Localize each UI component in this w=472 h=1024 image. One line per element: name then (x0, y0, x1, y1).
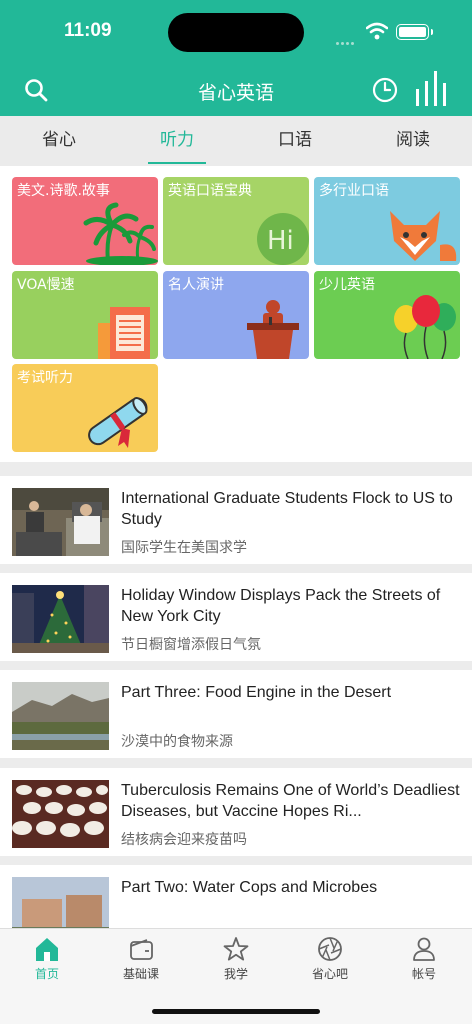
article-thumbnail (12, 682, 109, 750)
nav-home[interactable]: 首页 (7, 935, 87, 982)
nav-community[interactable]: 省心吧 (290, 935, 370, 982)
article-title: Holiday Window Displays Pack the Streets… (121, 587, 441, 625)
page-title: 省心英语 (197, 82, 274, 104)
article-subtitle: 国际学生在美国求学 (121, 540, 247, 556)
category-label: 名人演讲 (168, 277, 224, 293)
balloons-icon (394, 295, 456, 359)
tab-listening[interactable]: 听力 (118, 116, 236, 166)
category-label: 少儿英语 (319, 277, 375, 293)
category-label: 英语口语宝典 (168, 183, 252, 199)
battery-icon (396, 24, 433, 40)
nav-label: 省心吧 (311, 967, 348, 981)
status-time: 11:09 (64, 20, 112, 41)
home-icon (36, 938, 58, 961)
user-icon (413, 937, 435, 961)
article-thumbnail (12, 780, 109, 848)
speech-bubble-icon: Hi (257, 213, 309, 265)
list-item[interactable]: International Graduate Students Flock to… (0, 476, 472, 564)
nav-basic-course[interactable]: 基础课 (101, 935, 181, 982)
category-label: 美文.诗歌.故事 (17, 183, 110, 199)
nav-account[interactable]: 帐号 (384, 935, 464, 982)
fox-icon (390, 211, 457, 261)
article-subtitle: 结核病会迎来疫苗吗 (121, 832, 247, 848)
category-tile-industry[interactable]: 多行业口语 (314, 177, 460, 265)
category-tile-exam[interactable]: 考试听力 (12, 364, 158, 452)
nav-label: 帐号 (411, 967, 436, 981)
svg-text:Hi: Hi (267, 226, 294, 256)
article-subtitle: 沙漠中的食物来源 (121, 734, 233, 750)
history-icon[interactable] (372, 77, 398, 103)
dynamic-island (168, 13, 304, 52)
article-subtitle: 节日橱窗增添假日气氛 (121, 637, 261, 653)
wifi-icon (366, 22, 388, 40)
palm-tree-icon (83, 202, 158, 265)
tab-shengxin[interactable]: 省心 (0, 116, 118, 166)
home-indicator (152, 1009, 320, 1014)
article-thumbnail (12, 585, 109, 653)
document-icon (98, 307, 150, 359)
tab-bar: 省心 听力 口语 阅读 (0, 116, 472, 166)
aperture-icon (318, 937, 342, 961)
category-label: 考试听力 (17, 370, 73, 386)
nav-label: 我学 (223, 967, 248, 981)
article-title: Tuberculosis Remains One of World’s Dead… (121, 782, 460, 820)
article-title: International Graduate Students Flock to… (121, 490, 453, 528)
category-label: VOA慢速 (17, 277, 75, 293)
list-item[interactable]: Part Three: Food Engine in the Desert 沙漠… (0, 670, 472, 758)
category-grid: 美文.诗歌.故事 英语口语宝典 Hi 多行业口语 VOA慢速 名人演讲 少儿英语… (0, 166, 472, 462)
list-item[interactable]: Holiday Window Displays Pack the Streets… (0, 573, 472, 661)
category-tile-oral[interactable]: 英语口语宝典 Hi (163, 177, 309, 265)
diploma-icon (88, 396, 148, 448)
article-title: Part Two: Water Cops and Microbes (121, 879, 378, 896)
category-tile-kids[interactable]: 少儿英语 (314, 271, 460, 359)
nav-my-study[interactable]: 我学 (196, 935, 276, 982)
tab-reading[interactable]: 阅读 (354, 116, 472, 166)
category-tile-voa[interactable]: VOA慢速 (12, 271, 158, 359)
article-title: Part Three: Food Engine in the Desert (121, 684, 392, 701)
category-tile-speeches[interactable]: 名人演讲 (163, 271, 309, 359)
article-thumbnail (12, 488, 109, 556)
podium-icon (247, 300, 299, 359)
wallet-icon (130, 939, 153, 960)
audio-bars-icon[interactable] (414, 71, 452, 107)
star-icon (223, 937, 249, 961)
signal-icon (336, 30, 358, 45)
tab-speaking[interactable]: 口语 (236, 116, 354, 166)
category-label: 多行业口语 (319, 183, 389, 199)
nav-label: 基础课 (122, 967, 159, 981)
nav-label: 首页 (34, 967, 59, 981)
category-tile-stories[interactable]: 美文.诗歌.故事 (12, 177, 158, 265)
list-item[interactable]: Tuberculosis Remains One of World’s Dead… (0, 768, 472, 856)
app-header: 11:09 省心英语 (0, 0, 472, 116)
